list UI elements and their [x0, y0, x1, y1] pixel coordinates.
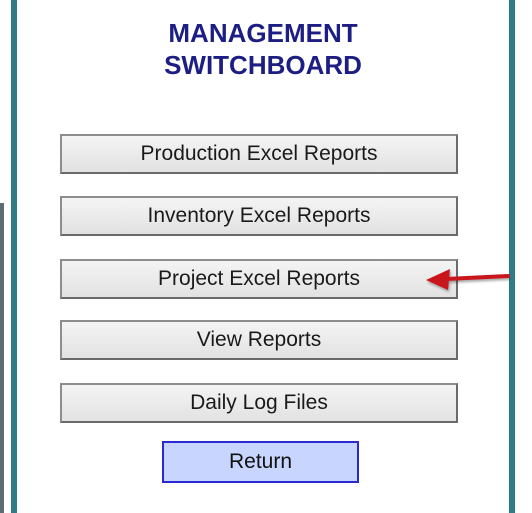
title-line-2: SWITCHBOARD [164, 50, 362, 80]
view-reports-button[interactable]: View Reports [60, 320, 458, 360]
management-switchboard-form: MANAGEMENT SWITCHBOARD Production Excel … [11, 0, 515, 513]
production-excel-reports-button[interactable]: Production Excel Reports [60, 134, 458, 174]
red-arrow-left-icon [426, 269, 510, 290]
daily-log-files-button[interactable]: Daily Log Files [60, 383, 458, 423]
screenshot-stage: MANAGEMENT SWITCHBOARD Production Excel … [0, 0, 532, 513]
title-line-1: MANAGEMENT [168, 18, 358, 48]
background-window-edge [0, 203, 4, 513]
inventory-excel-reports-button[interactable]: Inventory Excel Reports [60, 196, 458, 236]
project-excel-reports-button[interactable]: Project Excel Reports [60, 259, 458, 299]
return-button[interactable]: Return [162, 441, 359, 483]
switchboard-title: MANAGEMENT SWITCHBOARD [17, 17, 509, 81]
